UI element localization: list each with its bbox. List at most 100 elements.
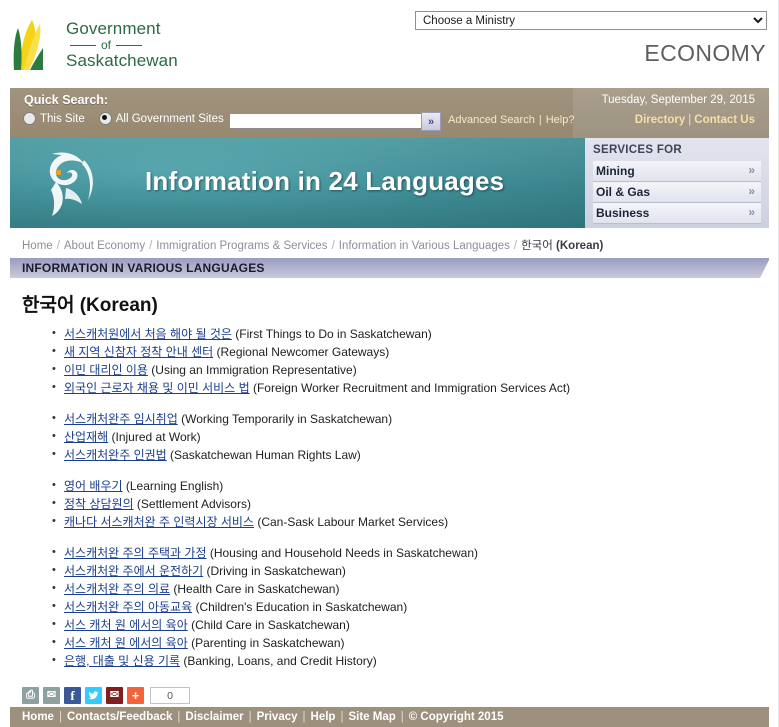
link-housing-and-household-needs[interactable]: 서스캐처완 주의 주택과 가정 <box>64 546 206 560</box>
quick-search-submit-button[interactable]: » <box>421 112 441 131</box>
main-content: 한국어 (Korean) 서스캐처원에서 처음 해야 될 것은 (First T… <box>0 278 778 669</box>
radio-all-government-sites-control[interactable] <box>98 112 112 125</box>
footer-link-disclaimer[interactable]: Disclaimer <box>185 711 243 723</box>
radio-all-government-sites[interactable]: All Government Sites <box>98 112 224 125</box>
breadcrumb-separator: / <box>56 240 60 252</box>
link-english-label: (Driving in Saskatchewan) <box>206 564 346 578</box>
section-title: INFORMATION IN VARIOUS LANGUAGES <box>22 261 265 275</box>
quick-search-label: Quick Search: <box>24 93 109 107</box>
list-item: 이민 대리인 이용 (Using an Immigration Represen… <box>52 362 778 378</box>
chevron-right-icon: » <box>748 205 755 219</box>
utility-links: Directory | Contact Us <box>635 114 755 126</box>
link-can-sask-labour-market-services[interactable]: 캐나다 서스캐처완 주 인력시장 서비스 <box>64 515 254 529</box>
chevron-right-icon: » <box>748 184 755 198</box>
logo-line-of: of <box>70 39 178 52</box>
list-item: 서스 캐처 원 에서의 육아 (Child Care in Saskatchew… <box>52 617 778 633</box>
addthis-plus-icon[interactable]: + <box>127 687 144 704</box>
logo-rule-right <box>116 44 143 46</box>
footer-separator: | <box>58 711 62 723</box>
facebook-icon[interactable]: f <box>64 687 81 704</box>
breadcrumb-item-home[interactable]: Home <box>22 240 53 252</box>
link-driving-in-saskatchewan[interactable]: 서스캐처완 주에서 운전하기 <box>64 564 203 578</box>
link-english-label: (Settlement Advisors) <box>136 497 251 511</box>
link-group-1: 서스캐처원에서 처음 해야 될 것은 (First Things to Do i… <box>22 326 778 396</box>
breadcrumb-separator: / <box>513 240 518 252</box>
share-count[interactable]: 0 <box>150 687 190 704</box>
print-icon[interactable]: ⎙ <box>22 687 39 704</box>
footer-separator: | <box>248 711 252 723</box>
link-health-care[interactable]: 서스캐처완 주의 의료 <box>64 582 170 596</box>
breadcrumb-separator: / <box>331 240 335 252</box>
breadcrumb-separator: / <box>149 240 153 252</box>
link-foreign-worker-recruitment-act[interactable]: 외국인 근로자 채용 및 이민 서비스 법 <box>64 381 250 395</box>
link-english-label: (Health Care in Saskatchewan) <box>173 582 340 596</box>
page-root: Government of Saskatchewan Choose a Mini… <box>0 0 779 727</box>
link-regional-newcomer-gateways[interactable]: 새 지역 신참자 정착 안내 센터 <box>64 345 213 359</box>
breadcrumb-item-about-economy[interactable]: About Economy <box>64 240 145 252</box>
help-link[interactable]: Help? <box>546 114 575 126</box>
link-english-label: (Working Temporarily in Saskatchewan) <box>181 412 393 426</box>
utility-links-separator: | <box>688 114 692 126</box>
logo-wordmark: Government of Saskatchewan <box>66 20 178 70</box>
footer-separator: | <box>400 711 404 723</box>
footer-link-privacy[interactable]: Privacy <box>257 711 298 723</box>
list-item: 산업재해 (Injured at Work) <box>52 429 778 445</box>
link-child-care[interactable]: 서스 캐처 원 에서의 육아 <box>64 618 188 632</box>
ministry-select[interactable]: Choose a Ministry <box>415 11 767 30</box>
link-group-3: 영어 배우기 (Learning English) 정착 상담원의 (Settl… <box>22 478 778 530</box>
link-english-label: (Regional Newcomer Gateways) <box>216 345 390 359</box>
link-parenting[interactable]: 서스 캐처 원 에서의 육아 <box>64 636 188 650</box>
site-footer: Home | Contacts/Feedback | Disclaimer | Privac… <box>10 707 769 727</box>
government-of-saskatchewan-logo[interactable]: Government of Saskatchewan <box>12 18 178 72</box>
section-title-bar: INFORMATION IN VARIOUS LANGUAGES <box>10 258 770 278</box>
footer-link-help[interactable]: Help <box>311 711 336 723</box>
link-human-rights-law[interactable]: 서스캐처완주 인권법 <box>64 448 167 462</box>
services-item-business[interactable]: Business » <box>593 203 761 224</box>
list-item: 영어 배우기 (Learning English) <box>52 478 778 494</box>
list-item: 캐나다 서스캐처완 주 인력시장 서비스 (Can-Sask Labour Ma… <box>52 514 778 530</box>
services-item-mining[interactable]: Mining » <box>593 161 761 182</box>
email-icon[interactable]: ✉ <box>43 687 60 704</box>
directory-link[interactable]: Directory <box>635 114 686 126</box>
search-help-links: Advanced Search | Help? <box>448 114 574 126</box>
twitter-bird-glyph <box>88 690 99 699</box>
link-settlement-advisors[interactable]: 정착 상담원의 <box>64 497 134 511</box>
mail-icon[interactable]: ✉ <box>106 687 123 704</box>
link-english-label: (Foreign Worker Recruitment and Immigrat… <box>252 381 571 395</box>
list-item: 새 지역 신참자 정착 안내 센터 (Regional Newcomer Gat… <box>52 344 778 360</box>
footer-link-site-map[interactable]: Site Map <box>348 711 395 723</box>
footer-link-home[interactable]: Home <box>22 711 54 723</box>
contact-us-link[interactable]: Contact Us <box>694 114 755 126</box>
link-immigration-representative[interactable]: 이민 대리인 이용 <box>64 363 148 377</box>
link-group-4: 서스캐처완 주의 주택과 가정 (Housing and Household N… <box>22 545 778 669</box>
list-item: 외국인 근로자 채용 및 이민 서비스 법 (Foreign Worker Re… <box>52 380 778 396</box>
list-item: 서스캐처완주 임시취업 (Working Temporarily in Sask… <box>52 411 778 427</box>
services-for-panel: SERVICES FOR Mining » Oil & Gas » Busine… <box>585 138 769 228</box>
twitter-icon[interactable] <box>85 687 102 704</box>
link-childrens-education[interactable]: 서스캐처완 주의 아동교육 <box>64 600 192 614</box>
link-english-label: (Saskatchewan Human Rights Law) <box>170 448 361 462</box>
site-name-economy: ECONOMY <box>644 40 766 66</box>
link-english-label: (Can-Sask Labour Market Services) <box>257 515 449 529</box>
link-english-label: (Children's Education in Saskatchewan) <box>195 600 408 614</box>
advanced-search-link[interactable]: Advanced Search <box>448 114 535 126</box>
list-item: 서스캐처원에서 처음 해야 될 것은 (First Things to Do i… <box>52 326 778 342</box>
link-working-temporarily[interactable]: 서스캐처완주 임시취업 <box>64 412 178 426</box>
list-item: 서스 캐처 원 에서의 육아 (Parenting in Saskatchewa… <box>52 635 778 651</box>
radio-this-site[interactable]: This Site <box>23 112 85 125</box>
services-item-oil-and-gas[interactable]: Oil & Gas » <box>593 182 761 203</box>
link-first-things-to-do[interactable]: 서스캐처원에서 처음 해야 될 것은 <box>64 327 232 341</box>
footer-copyright: © Copyright 2015 <box>408 711 504 723</box>
services-for-title: SERVICES FOR <box>593 144 683 156</box>
list-item: 서스캐처완주 인권법 (Saskatchewan Human Rights La… <box>52 447 778 463</box>
link-english-label: (Parenting in Saskatchewan) <box>191 636 345 650</box>
link-injured-at-work[interactable]: 산업재해 <box>64 430 108 444</box>
quick-search-input[interactable] <box>229 113 423 129</box>
link-banking-loans-credit[interactable]: 은행, 대출 및 신용 기록 <box>64 654 180 668</box>
footer-link-contacts-feedback[interactable]: Contacts/Feedback <box>67 711 172 723</box>
breadcrumb-item-information-in-various-languages[interactable]: Information in Various Languages <box>339 240 510 252</box>
radio-this-site-control[interactable] <box>23 112 36 125</box>
breadcrumb-item-immigration-programs[interactable]: Immigration Programs & Services <box>156 240 327 252</box>
radio-this-site-label: This Site <box>40 112 85 125</box>
link-learning-english[interactable]: 영어 배우기 <box>64 479 123 493</box>
